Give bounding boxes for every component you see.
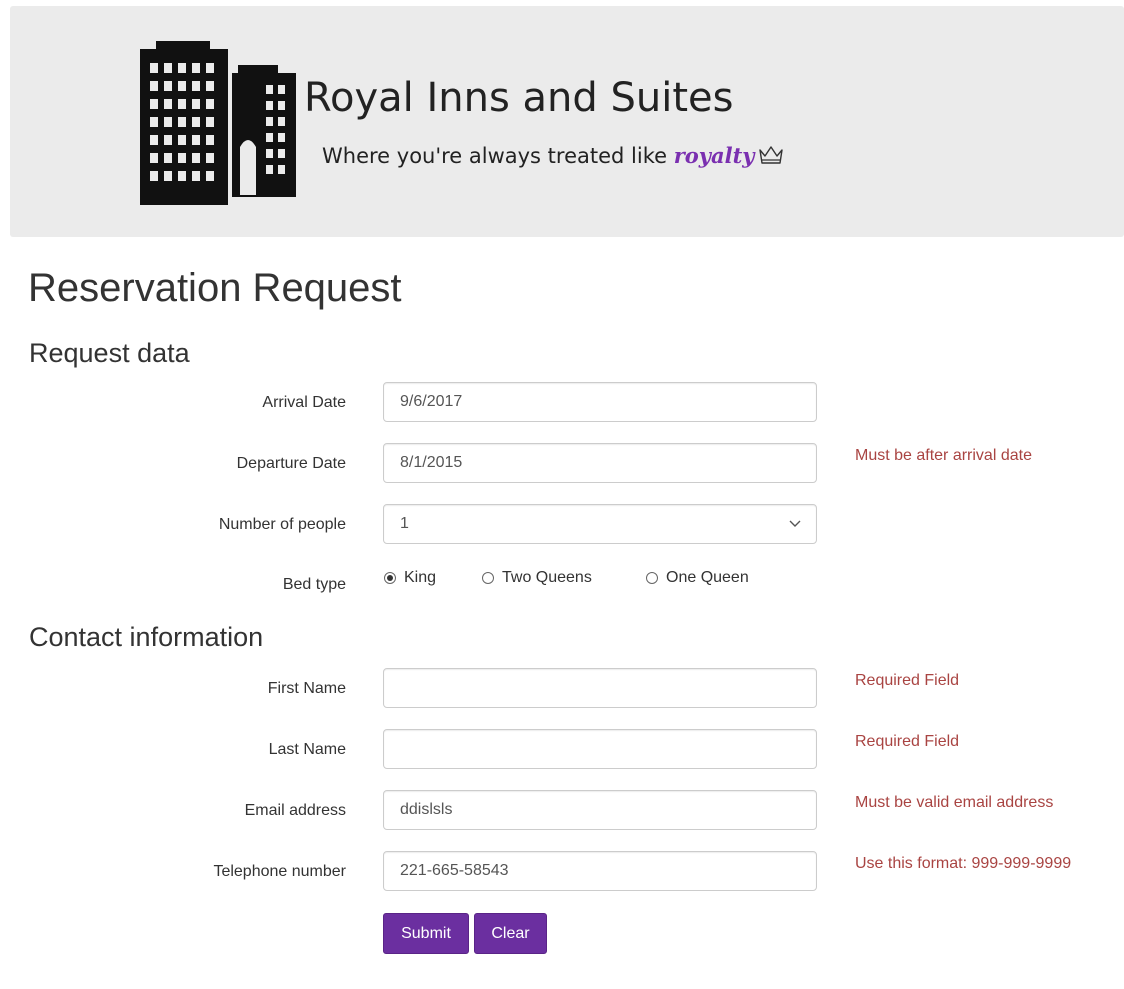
clear-button[interactable]: Clear [474, 913, 547, 954]
departure-date-error: Must be after arrival date [855, 447, 1032, 464]
radio-unchecked-icon [646, 572, 658, 584]
first-name-label: First Name [267, 680, 346, 697]
bed-type-label: Bed type [282, 576, 346, 593]
telephone-input[interactable] [383, 851, 817, 891]
bed-type-king-radio[interactable]: King [384, 569, 436, 587]
tagline-prefix: Where you're always treated like [322, 144, 674, 168]
request-section-title: Request data [29, 338, 190, 368]
tagline: Where you're always treated like royalty [322, 144, 784, 167]
first-name-input[interactable] [383, 668, 817, 708]
arrival-date-input[interactable] [383, 382, 817, 422]
chevron-down-icon [789, 520, 801, 527]
bed-type-one-queen-label: One Queen [666, 569, 749, 586]
arrival-date-label: Arrival Date [262, 394, 346, 411]
departure-date-label: Departure Date [236, 455, 346, 472]
brand-name: Royal Inns and Suites [304, 75, 734, 121]
departure-date-input[interactable] [383, 443, 817, 483]
bed-type-two-queens-label: Two Queens [502, 569, 592, 586]
bed-type-king-label: King [404, 569, 437, 586]
last-name-input[interactable] [383, 729, 817, 769]
hotel-building-icon [140, 41, 296, 205]
bed-type-one-queen-radio[interactable]: One Queen [646, 569, 749, 587]
contact-section-title: Contact information [29, 622, 264, 652]
crown-icon [759, 146, 784, 164]
site-header: Royal Inns and Suites Where you're alway… [10, 6, 1124, 237]
last-name-label: Last Name [268, 741, 346, 758]
email-input[interactable] [383, 790, 817, 830]
number-of-people-select[interactable]: 1 [383, 504, 817, 544]
bed-type-two-queens-radio[interactable]: Two Queens [482, 569, 592, 587]
email-error: Must be valid email address [855, 794, 1054, 811]
first-name-error: Required Field [855, 672, 960, 689]
email-label: Email address [244, 802, 346, 819]
tagline-emphasis: royalty [673, 143, 755, 168]
telephone-label: Telephone number [213, 863, 346, 880]
last-name-error: Required Field [855, 733, 960, 750]
radio-checked-icon [384, 572, 396, 584]
page-title: Reservation Request [28, 266, 402, 310]
submit-button[interactable]: Submit [383, 913, 469, 954]
number-of-people-value: 1 [400, 515, 409, 532]
number-of-people-label: Number of people [218, 516, 346, 533]
radio-unchecked-icon [482, 572, 494, 584]
telephone-error: Use this format: 999-999-9999 [855, 855, 1072, 872]
